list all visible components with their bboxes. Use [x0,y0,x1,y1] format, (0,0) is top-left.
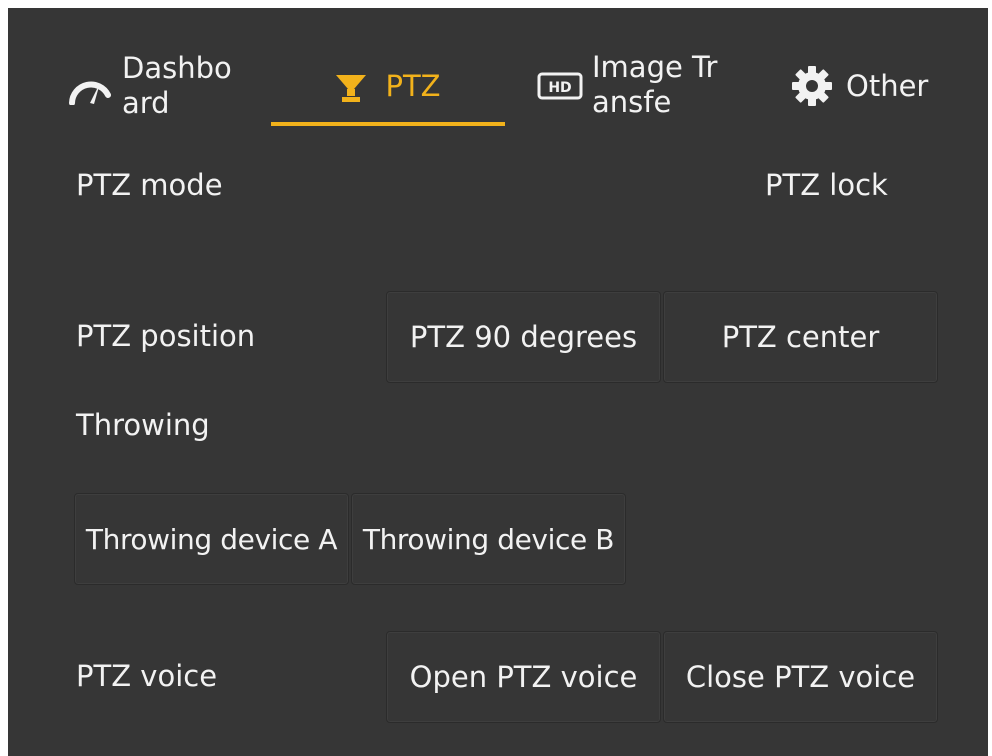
close-ptz-voice-button[interactable]: Close PTZ voice [663,631,938,723]
tab-image-transfer-label: Image Transfe [592,50,718,119]
tab-dashboard-label: Dashboard [122,51,232,120]
tab-other[interactable]: Other [790,50,950,122]
tab-image-transfer[interactable]: HD Image Transfe [536,48,736,122]
ptz-mode-label: PTZ mode [76,168,223,202]
ptz-90-degrees-button[interactable]: PTZ 90 degrees [386,291,661,383]
tab-ptz-label: PTZ [385,68,441,103]
ptz-center-button[interactable]: PTZ center [663,291,938,383]
throwing-label: Throwing [76,408,210,442]
gear-icon [792,66,832,106]
ptz-position-label: PTZ position [76,319,256,353]
active-tab-indicator [271,122,505,126]
svg-text:HD: HD [548,80,571,96]
ptz-voice-label: PTZ voice [76,659,218,693]
tab-ptz[interactable]: PTZ [270,50,504,122]
ptz-settings-panel: Dashboard PTZ HD Image Transfe Other PTZ… [8,8,988,756]
tab-other-label: Other [846,68,929,103]
open-ptz-voice-button[interactable]: Open PTZ voice [386,631,661,723]
ptz-lock-label: PTZ lock [765,168,888,202]
gimbal-icon [336,75,367,102]
throwing-device-a-button[interactable]: Throwing device A [74,493,349,585]
speedometer-icon [69,81,111,105]
tab-dashboard[interactable]: Dashboard [68,50,258,122]
throwing-device-b-button[interactable]: Throwing device B [351,493,626,585]
hd-icon: HD [537,72,583,100]
